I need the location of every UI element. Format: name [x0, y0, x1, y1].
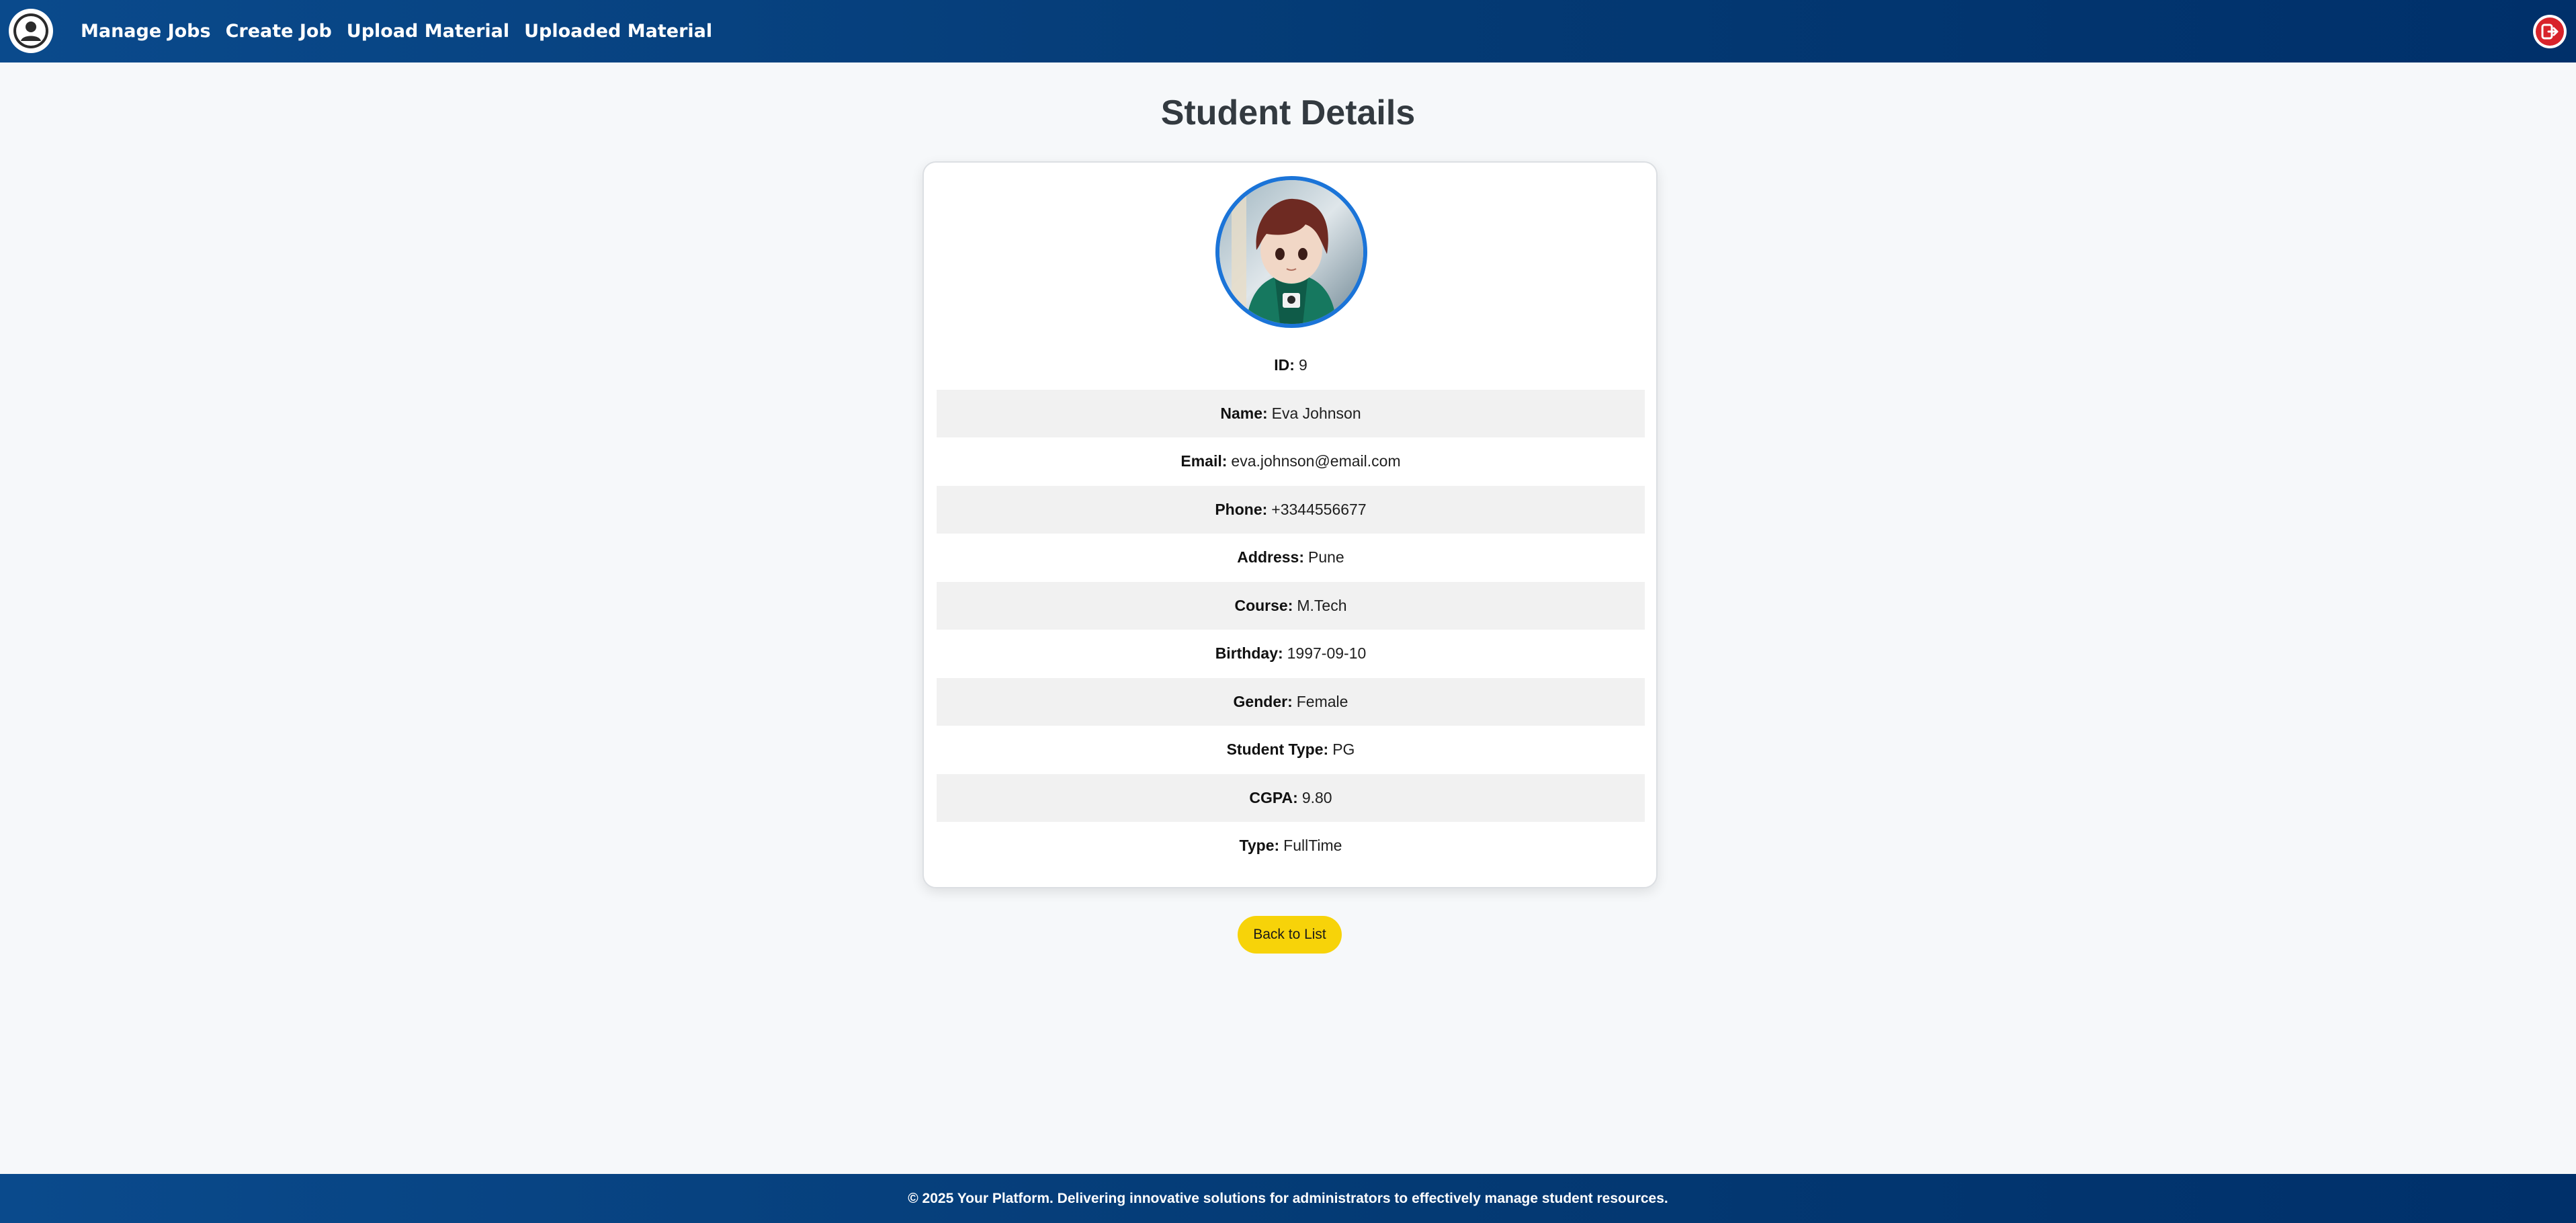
detail-label: Email:: [1180, 452, 1228, 470]
detail-label: Address:: [1237, 548, 1304, 566]
detail-row-email: Email: eva.johnson@email.com: [937, 437, 1645, 486]
detail-value: Female: [1296, 692, 1348, 710]
student-details-card: ID: 9 Name: Eva Johnson Email: eva.johns…: [922, 161, 1658, 888]
detail-label: Name:: [1220, 404, 1268, 422]
user-circle-icon: [13, 13, 48, 48]
detail-label: Type:: [1239, 837, 1280, 855]
nav-links: Manage Jobs Create Job Upload Material U…: [81, 0, 712, 62]
detail-row-cgpa: CGPA: 9.80: [937, 773, 1645, 822]
avatar: [1215, 176, 1367, 328]
logout-button[interactable]: [2533, 15, 2567, 48]
nav-link-upload-material[interactable]: Upload Material: [347, 21, 509, 42]
detail-label: Course:: [1234, 596, 1293, 614]
detail-value: FullTime: [1283, 837, 1342, 855]
detail-row-student-type: Student Type: PG: [937, 726, 1645, 774]
detail-label: Birthday:: [1215, 644, 1283, 663]
detail-row-course: Course: M.Tech: [937, 581, 1645, 630]
detail-value: +3344556677: [1271, 500, 1367, 518]
detail-row-type: Type: FullTime: [937, 822, 1645, 870]
footer-text: © 2025 Your Platform. Delivering innovat…: [908, 1190, 1668, 1206]
detail-row-name: Name: Eva Johnson: [937, 389, 1645, 437]
detail-row-gender: Gender: Female: [937, 677, 1645, 726]
back-to-list-button[interactable]: Back to List: [1238, 916, 1342, 954]
top-navbar: Manage Jobs Create Job Upload Material U…: [0, 0, 2576, 62]
detail-value: M.Tech: [1297, 596, 1347, 614]
detail-value: 9: [1298, 356, 1307, 374]
nav-link-create-job[interactable]: Create Job: [226, 21, 332, 42]
detail-value: eva.johnson@email.com: [1231, 452, 1401, 470]
footer: © 2025 Your Platform. Delivering innovat…: [0, 1174, 2576, 1223]
nav-link-manage-jobs[interactable]: Manage Jobs: [81, 21, 211, 42]
detail-value: PG: [1332, 741, 1355, 759]
detail-value: 1997-09-10: [1287, 644, 1367, 663]
detail-label: Gender:: [1233, 692, 1293, 710]
detail-label: Phone:: [1215, 500, 1268, 518]
detail-value: Pune: [1307, 548, 1344, 566]
detail-row-phone: Phone: +3344556677: [937, 485, 1645, 534]
detail-row-birthday: Birthday: 1997-09-10: [937, 630, 1645, 678]
detail-row-id: ID: 9: [937, 341, 1645, 390]
logout-icon: [2536, 17, 2564, 46]
student-info-list: ID: 9 Name: Eva Johnson Email: eva.johns…: [937, 341, 1645, 870]
nav-link-uploaded-material[interactable]: Uploaded Material: [524, 21, 712, 42]
profile-button[interactable]: [9, 9, 53, 53]
detail-value: 9.80: [1301, 788, 1332, 806]
detail-label: CGPA:: [1249, 788, 1298, 806]
detail-value: Eva Johnson: [1271, 404, 1361, 422]
student-avatar-image: [1219, 180, 1363, 324]
detail-row-address: Address: Pune: [937, 534, 1645, 582]
detail-label: ID:: [1274, 356, 1295, 374]
page-title: Student Details: [1160, 93, 1416, 132]
detail-label: Student Type:: [1226, 741, 1329, 759]
